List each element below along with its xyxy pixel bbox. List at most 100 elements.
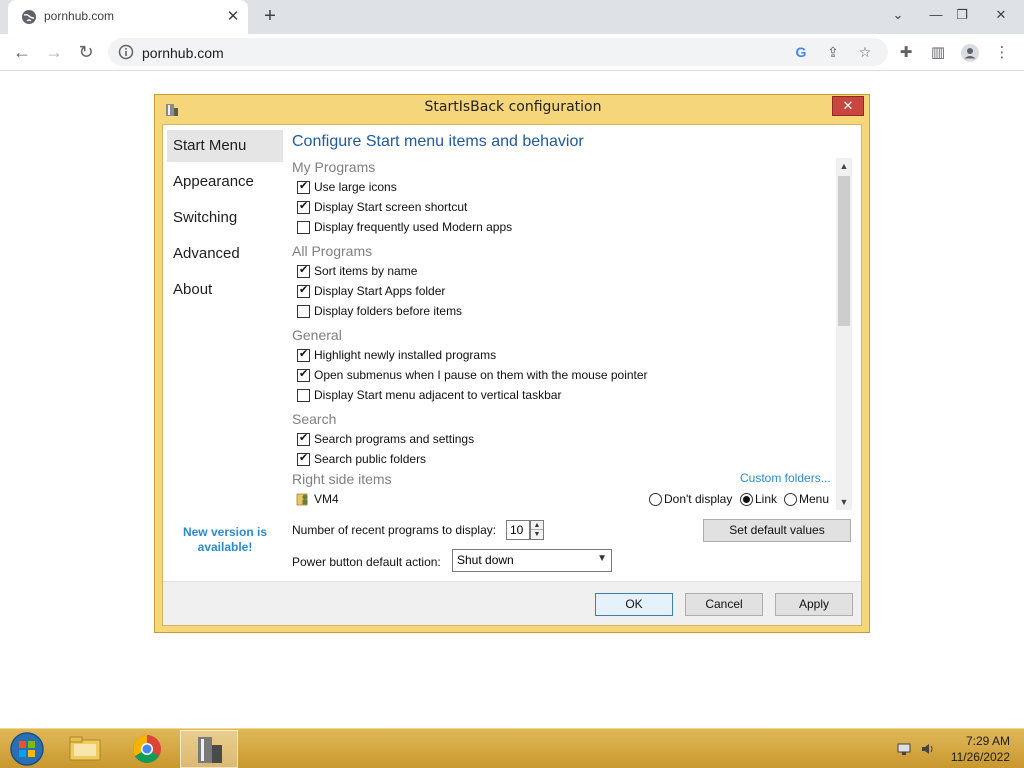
section-right-side-items: Right side items [292, 471, 392, 487]
sidebar-item-advanced[interactable]: Advanced [167, 238, 283, 270]
checkbox[interactable] [297, 263, 310, 278]
startisback-icon [198, 737, 222, 763]
clock-time[interactable]: 7:29 AM [966, 734, 1010, 748]
dialog-close-button[interactable]: ✕ [832, 96, 864, 116]
close-window-icon[interactable]: ✕ [990, 4, 1012, 26]
radio-label: Link [755, 492, 778, 506]
radio-label: Menu [799, 492, 830, 506]
menu-icon[interactable]: ⋮ [992, 43, 1012, 63]
checkbox[interactable] [297, 431, 310, 446]
extensions-icon[interactable]: ✚ [896, 43, 916, 63]
checkbox[interactable] [297, 389, 310, 402]
profile-icon[interactable] [960, 43, 980, 63]
option-label: Display frequently used Modern apps [314, 220, 513, 234]
globe-icon [22, 10, 36, 24]
radio-label: Don't display [664, 492, 733, 506]
volume-icon[interactable] [920, 741, 936, 757]
power-action-select[interactable]: Shut down ▼ [452, 549, 612, 572]
option-label: Use large icons [314, 180, 397, 194]
power-button-label: Power button default action: [292, 555, 441, 569]
checkbox[interactable] [297, 451, 310, 466]
tab-search-icon[interactable]: ⌄ [887, 4, 909, 26]
chrome-icon [133, 735, 161, 763]
cancel-button[interactable]: Cancel [685, 593, 763, 616]
clock-date[interactable]: 11/26/2022 [951, 750, 1010, 764]
content-heading: Configure Start menu items and behavior [292, 133, 584, 150]
browser-toolbar: ← → ↻ pornhub.com G ⇪ ☆ ✚ ▥ ⋮ [0, 34, 1024, 71]
section-all-programs: All Programs [292, 243, 373, 259]
taskbar-startisback[interactable] [180, 730, 238, 768]
info-icon[interactable] [118, 44, 134, 60]
sidebar-item-appearance[interactable]: Appearance [167, 166, 283, 198]
start-orb-icon[interactable] [8, 731, 46, 767]
recent-programs-stepper[interactable]: ▲ ▼ [530, 520, 544, 540]
startisback-dialog: StartIsBack configuration ✕ Start Menu A… [154, 94, 870, 633]
bookmark-star-icon[interactable]: ☆ [856, 43, 874, 61]
chevron-down-icon[interactable]: ▼ [597, 553, 607, 564]
sidebar-item-start-menu[interactable]: Start Menu [167, 130, 283, 162]
side-panel-icon[interactable]: ▥ [928, 43, 948, 63]
dialog-client: Start Menu Appearance Switching Advanced… [162, 124, 862, 626]
option-label: Search programs and settings [314, 432, 475, 446]
share-icon[interactable]: ⇪ [824, 43, 842, 61]
google-icon[interactable]: G [792, 43, 810, 61]
browser-tabstrip: pornhub.com ✕ + ⌄ — ❐ ✕ [0, 0, 1024, 34]
section-general: General [292, 327, 342, 343]
new-version-link[interactable]: New version is available! [169, 525, 281, 555]
tab-title: pornhub.com [44, 9, 115, 23]
apply-button[interactable]: Apply [775, 593, 853, 616]
option-label: Display Start menu adjacent to vertical … [314, 388, 562, 402]
radio-button[interactable] [740, 493, 753, 506]
options-scrollbar[interactable]: ▲ ▼ [836, 158, 852, 510]
section-my-programs: My Programs [292, 159, 376, 175]
recent-programs-input[interactable]: 10 [506, 520, 530, 540]
right-item-label: VM4 [314, 492, 339, 506]
options-scroll-area: My Programs Use large icons Display Star… [292, 155, 852, 511]
checkbox[interactable] [297, 305, 310, 318]
folder-user-icon [296, 493, 308, 506]
taskbar: 7:29 AM 11/26/2022 [0, 728, 1024, 768]
ok-button[interactable]: OK [595, 593, 673, 616]
back-icon[interactable]: ← [9, 39, 35, 65]
taskbar-explorer[interactable] [56, 730, 114, 768]
reload-icon[interactable]: ↻ [73, 39, 99, 65]
option-label: Display Start screen shortcut [314, 200, 468, 214]
address-bar[interactable]: pornhub.com G ⇪ ☆ [108, 38, 888, 66]
checkbox[interactable] [297, 199, 310, 214]
url-text[interactable]: pornhub.com [142, 45, 224, 61]
spin-up-icon[interactable]: ▲ [531, 521, 543, 530]
scroll-up-icon[interactable]: ▲ [836, 158, 852, 174]
option-label: Sort items by name [314, 264, 418, 278]
browser-tab[interactable]: pornhub.com ✕ [8, 0, 248, 34]
spin-down-icon[interactable]: ▼ [531, 530, 543, 539]
option-label: Display folders before items [314, 304, 463, 318]
forward-icon[interactable]: → [41, 39, 67, 65]
close-tab-icon[interactable]: ✕ [224, 8, 242, 26]
option-label: Open submenus when I pause on them with … [314, 368, 648, 382]
checkbox[interactable] [297, 283, 310, 298]
checkbox[interactable] [297, 179, 310, 194]
new-tab-button[interactable]: + [260, 6, 280, 26]
custom-folders-link[interactable]: Custom folders... [740, 471, 831, 485]
dialog-title: StartIsBack configuration [424, 99, 602, 115]
scrollbar-thumb[interactable] [838, 176, 850, 326]
checkbox[interactable] [297, 347, 310, 362]
minimize-icon[interactable]: — [925, 4, 947, 26]
taskbar-chrome[interactable] [118, 730, 176, 768]
radio-button[interactable] [649, 493, 662, 506]
option-label: Highlight newly installed programs [314, 348, 497, 362]
radio-button[interactable] [784, 493, 797, 506]
network-icon[interactable] [896, 741, 912, 757]
sidebar-item-switching[interactable]: Switching [167, 202, 283, 234]
dialog-footer: OK Cancel Apply [163, 581, 861, 625]
option-label: Search public folders [314, 452, 427, 466]
folder-icon [69, 736, 101, 761]
checkbox[interactable] [297, 221, 310, 234]
scroll-down-icon[interactable]: ▼ [836, 494, 852, 510]
checkbox[interactable] [297, 367, 310, 382]
recent-programs-label: Number of recent programs to display: [292, 523, 497, 537]
restore-icon[interactable]: ❐ [951, 4, 973, 26]
section-search: Search [292, 411, 337, 427]
sidebar-item-about[interactable]: About [167, 274, 283, 306]
set-default-values-button[interactable]: Set default values [703, 519, 851, 542]
